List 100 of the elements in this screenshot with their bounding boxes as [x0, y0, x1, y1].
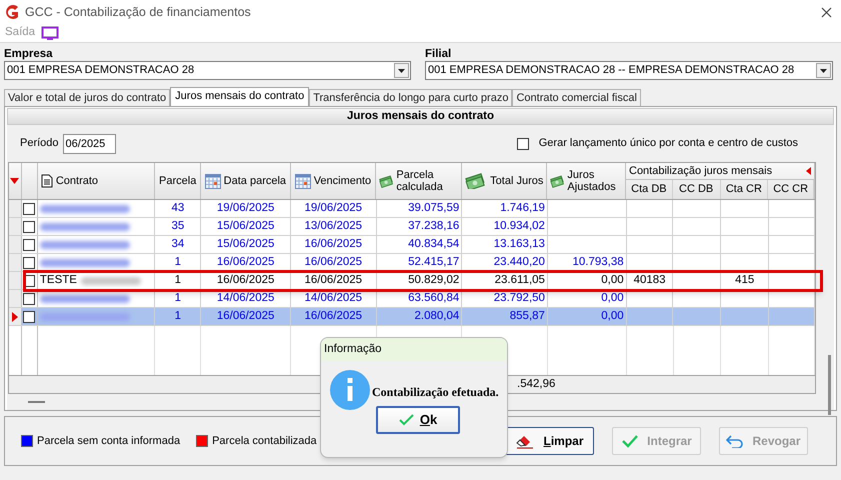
field-label: Empresa: [4, 47, 54, 61]
table-cell-text: 16/06/2025: [304, 254, 362, 270]
dialog-message: Contabilização efetuada.: [372, 384, 499, 401]
table-cell-text: 19/06/2025: [216, 200, 274, 216]
column-header[interactable]: CC DB: [679, 181, 714, 198]
table-cell-text: 0,00: [601, 272, 624, 288]
table-cell-text: 19/06/2025: [304, 200, 362, 216]
calendar-icon: [294, 174, 311, 188]
row-header[interactable]: [9, 308, 22, 325]
checkbox[interactable]: [23, 292, 36, 304]
table-cell-text: 34: [171, 236, 184, 252]
dialog-title: Informação: [321, 338, 507, 361]
table-cell-text: 63.560,84: [408, 290, 460, 306]
tab[interactable]: Contrato comercial fiscal: [512, 89, 641, 106]
table-cell-text: 0,00: [601, 290, 624, 306]
app-logo-icon: [3, 4, 20, 20]
table-cell-text: 40.834,54: [408, 236, 460, 252]
table-cell-text: 35: [171, 218, 184, 234]
tab[interactable]: Transferência do longo para curto prazo: [309, 89, 512, 106]
table-cell-text: 39.075,59: [408, 200, 460, 216]
undo-icon: [726, 434, 744, 448]
table-cell-text: 16/06/2025: [304, 308, 362, 324]
collapse-arrow-icon[interactable]: [806, 167, 811, 175]
checkbox[interactable]: [23, 238, 36, 250]
periodo-field[interactable]: 06/2025: [62, 134, 116, 154]
column-header[interactable]: CC CR: [773, 181, 808, 198]
table-cell-text: 1: [174, 254, 182, 270]
check-icon: [398, 414, 414, 426]
column-header[interactable]: Parcela: [159, 175, 196, 187]
sort-indicator-icon[interactable]: [10, 178, 20, 184]
table-cell-text: 14/06/2025: [304, 290, 362, 306]
table-cell-text: 16/06/2025: [304, 272, 362, 288]
checkbox[interactable]: [516, 138, 529, 150]
total-value: .542,96: [517, 376, 556, 392]
document-icon: [40, 174, 53, 188]
table-cell-text: 15/06/2025: [216, 236, 274, 252]
table-cell-text: 37.238,16: [408, 218, 460, 234]
table-cell-text: 1.746,19: [500, 200, 545, 216]
monitor-icon[interactable]: [41, 26, 60, 40]
checkbox[interactable]: [23, 310, 36, 322]
table-cell-text: 40183: [634, 272, 666, 288]
eraser-icon: [515, 433, 536, 449]
field-label: Período: [20, 136, 59, 152]
column-header[interactable]: Data parcela: [224, 175, 286, 187]
table-cell-text: 16/06/2025: [216, 254, 274, 270]
table-cell-text: 10.793,38: [572, 254, 624, 270]
column-header[interactable]: Cta CR: [726, 181, 762, 198]
table-cell-text: 1: [174, 272, 182, 288]
column-header[interactable]: Total Juros: [490, 175, 544, 187]
tab[interactable]: Juros mensais do contrato: [170, 87, 310, 106]
table-cell-text: 15/06/2025: [216, 218, 274, 234]
table-cell-text: 43: [171, 200, 184, 216]
money-icon: [464, 173, 485, 189]
checkbox[interactable]: [23, 202, 36, 214]
table-cell-text: 50.829,02: [408, 272, 460, 288]
table-cell-text: 16/06/2025: [216, 308, 274, 324]
splitter-handle[interactable]: [28, 401, 45, 403]
ok-button[interactable]: Ok: [376, 406, 460, 434]
filial-dropdown[interactable]: 001 EMPRESA DEMONSTRACAO 28 -- EMPRESA DEMONSTRACAO 28: [425, 61, 833, 80]
checkbox[interactable]: [23, 220, 36, 232]
tab[interactable]: Valor e total de juros do contrato: [4, 89, 170, 106]
legend-label: Parcela sem conta informada: [37, 434, 180, 449]
table-cell-text: 23.792,50: [494, 290, 545, 306]
panel-title: Juros mensais do contrato: [7, 108, 834, 125]
table-cell-text: 0,00: [601, 308, 624, 324]
table-cell-text: 13/06/2025: [304, 218, 362, 234]
table-cell-text: 415: [735, 272, 754, 288]
table-cell-text: 52.415,17: [408, 254, 460, 270]
table-cell-text: 13.163,13: [494, 236, 545, 252]
checkbox[interactable]: [23, 256, 36, 268]
action-button[interactable]: Limpar: [505, 427, 594, 455]
money-icon: [550, 173, 564, 189]
close-icon[interactable]: [821, 6, 832, 18]
current-row-icon: [12, 312, 18, 322]
money-icon: [379, 173, 394, 189]
table-cell-text: 23.611,05: [494, 272, 545, 288]
legend-label: Parcela contabilizada: [212, 434, 317, 449]
table-cell-text: 16/06/2025: [216, 272, 274, 288]
table-cell-text: 23.440,20: [494, 254, 545, 270]
table-cell-text: 2.080,04: [414, 308, 460, 324]
table-cell-text: 16/06/2025: [304, 236, 362, 252]
calendar-icon: [204, 174, 221, 188]
column-group-header: Contabilização juros mensais: [629, 164, 772, 179]
column-header[interactable]: Juros Ajustados: [567, 169, 622, 193]
info-icon: [330, 370, 370, 410]
column-header[interactable]: Vencimento: [314, 175, 372, 187]
checkbox-label: Gerar lançamento único por conta e centro de custos: [538, 136, 798, 152]
check-icon: [621, 434, 640, 448]
table-cell-text: TESTE: [40, 272, 77, 288]
table-cell-text: 1: [174, 308, 182, 324]
table-cell-text: 10.934,02: [494, 218, 545, 234]
empresa-dropdown[interactable]: 001 EMPRESA DEMONSTRACAO 28: [4, 61, 411, 80]
table-cell-text: 14/06/2025: [216, 290, 274, 306]
column-header[interactable]: Parcela calculada: [396, 169, 458, 193]
scrollbar[interactable]: [828, 355, 831, 415]
column-header[interactable]: Cta DB: [631, 181, 667, 198]
window-title: GCC - Contabilização de financiamentos: [25, 4, 251, 21]
field-label: Filial: [425, 47, 452, 61]
column-header[interactable]: Contrato: [56, 175, 98, 187]
table-cell-text: 1: [174, 290, 182, 306]
